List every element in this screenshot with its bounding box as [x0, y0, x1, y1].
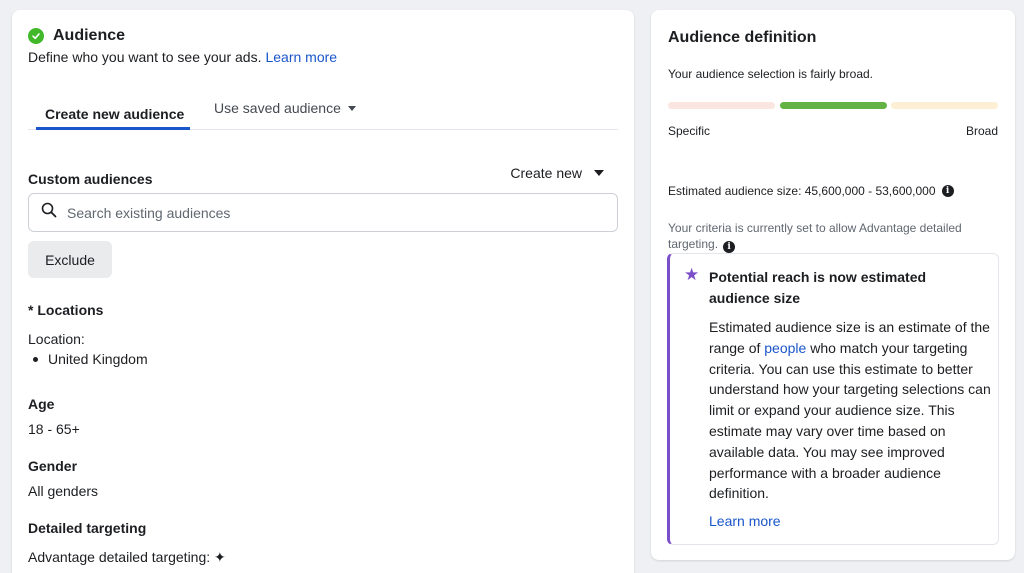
tab-use-saved-audience-label: Use saved audience [214, 100, 341, 116]
audience-definition-title: Audience definition [668, 29, 817, 46]
audience-subtitle-text: Define who you want to see your ads. [28, 49, 262, 65]
gender-value: All genders [28, 483, 99, 499]
meter-segment-specific [668, 102, 775, 109]
reach-body-text-2: who match your targeting criteria. You c… [709, 339, 991, 502]
caret-down-icon [347, 105, 356, 111]
potential-reach-body: Estimated audience size is an estimate o… [709, 317, 994, 504]
audience-definition-text: Your audience selection is fairly broad. [668, 67, 874, 81]
location-value: United Kingdom [48, 351, 148, 367]
audience-subtitle: Define who you want to see your ads. Lear… [28, 49, 337, 65]
criteria-note: Your criteria is currently set to allow … [668, 220, 988, 253]
meter-label-broad: Broad [965, 124, 998, 138]
audience-definition-card: Audience definition Your audience select… [651, 10, 1015, 560]
search-audiences-field[interactable] [28, 193, 618, 232]
reach-learn-more-link[interactable]: Learn more [709, 513, 781, 529]
potential-reach-title: Potential reach is now estimated audienc… [709, 269, 927, 306]
potential-reach-notice: ★ Potential reach is now estimated audie… [667, 253, 999, 545]
star-icon: ★ [684, 265, 700, 284]
meter-segment-broad [891, 102, 998, 109]
search-icon [41, 202, 57, 223]
caret-down-icon [594, 170, 604, 176]
check-circle-icon [28, 28, 44, 44]
info-icon[interactable]: i [723, 241, 736, 253]
custom-audiences-label: Custom audiences [28, 171, 153, 187]
criteria-text: Your criteria is currently set to allow … [668, 221, 962, 251]
create-new-label: Create new [510, 165, 582, 181]
audience-title: Audience [53, 27, 126, 44]
people-link[interactable]: people [764, 340, 806, 356]
age-label: Age [28, 396, 55, 412]
audience-tabs: Create new audience Use saved audience [28, 90, 618, 130]
estimated-audience-size-text: Estimated audience size: 45,600,000 - 53… [668, 184, 936, 198]
advantage-detailed-targeting: Advantage detailed targeting: ✦ [28, 549, 226, 565]
tab-use-saved-audience[interactable]: Use saved audience [214, 100, 356, 116]
bullet-icon [33, 356, 38, 362]
estimated-audience-size: Estimated audience size: 45,600,000 - 53… [668, 184, 954, 198]
detailed-targeting-label: Detailed targeting [28, 520, 147, 536]
location-list-item: United Kingdom [33, 351, 148, 367]
tab-create-new-audience[interactable]: Create new audience [36, 100, 190, 130]
learn-more-link[interactable]: Learn more [265, 49, 337, 65]
audience-card: Audience Define who you want to see your… [12, 10, 634, 573]
gender-label: Gender [28, 458, 78, 474]
meter-segment-active [779, 102, 887, 109]
age-value: 18 - 65+ [28, 421, 80, 437]
audience-header: Audience [28, 27, 125, 45]
meter-label-specific: Specific [668, 124, 711, 138]
audience-breadth-meter [668, 102, 998, 110]
locations-label: * Locations [28, 302, 104, 318]
exclude-button[interactable]: Exclude [28, 241, 112, 278]
search-input[interactable] [67, 204, 567, 221]
create-new-dropdown[interactable]: Create new [510, 165, 604, 181]
location-sublabel: Location: [28, 331, 85, 347]
info-icon[interactable]: i [941, 185, 954, 197]
